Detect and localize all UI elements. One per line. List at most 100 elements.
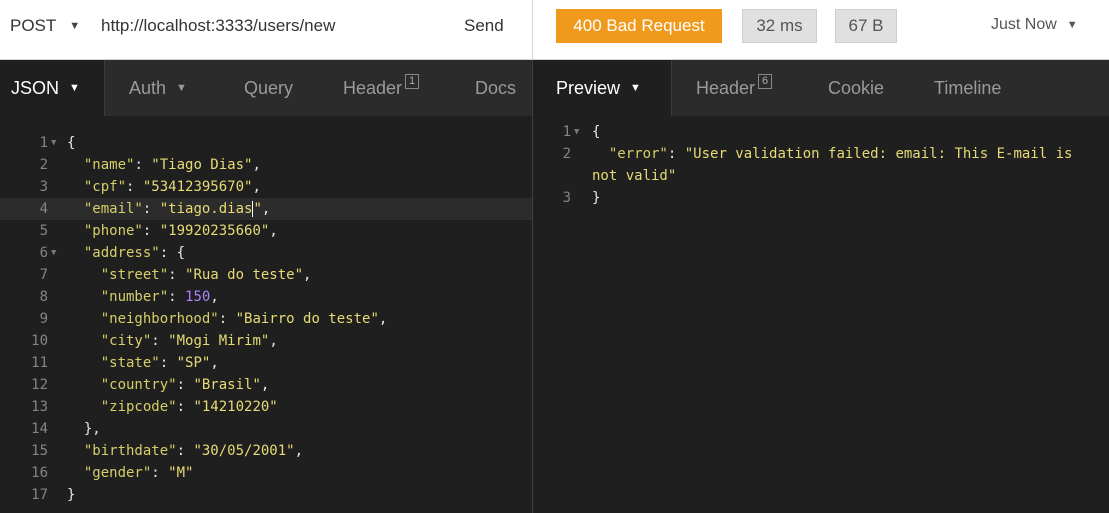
code-token: "Rua do teste" bbox=[185, 267, 304, 283]
code-token: , bbox=[269, 223, 278, 239]
divider bbox=[104, 60, 105, 116]
code-text: "city": "Mogi Mirim", bbox=[101, 330, 278, 352]
code-token: "M" bbox=[168, 465, 194, 481]
code-line: not valid" bbox=[533, 165, 1109, 187]
code-token: : bbox=[176, 377, 194, 393]
code-token: "SP" bbox=[176, 355, 211, 371]
code-line: 11 "state": "SP", bbox=[0, 352, 532, 374]
request-body-editor[interactable]: 1 ▼{2 "name": "Tiago Dias", 3 "cpf": "534123… bbox=[0, 116, 532, 513]
code-line: 12 "country": "Brasil", bbox=[0, 374, 532, 396]
fold-arrow-icon[interactable]: ▼ bbox=[51, 132, 56, 154]
response-preview: 1 ▼ {2 "error": "User validation failed: em… bbox=[533, 116, 1109, 513]
tab-timeline[interactable]: Timeline bbox=[934, 60, 1001, 116]
code-line: 16 "gender": "M" bbox=[0, 462, 532, 484]
code-text: } bbox=[592, 187, 600, 209]
status-badge: 400 Bad Request bbox=[556, 9, 722, 43]
code-token: "email" bbox=[83, 201, 143, 217]
code-token: : bbox=[151, 333, 169, 349]
divider bbox=[671, 60, 672, 116]
code-line: 13 "zipcode": "14210220" bbox=[0, 396, 532, 418]
code-token: : { bbox=[159, 245, 186, 261]
url-input[interactable]: http://localhost:3333/users/new bbox=[101, 16, 335, 36]
chevron-down-icon: ▼ bbox=[1066, 19, 1078, 31]
tab-label: JSON bbox=[11, 77, 60, 98]
tab-body-json[interactable]: JSON ▼ bbox=[0, 60, 104, 116]
line-number: 3 bbox=[562, 190, 571, 206]
tab-response-header[interactable]: Header 6 bbox=[696, 60, 773, 116]
code-token: { bbox=[592, 124, 601, 140]
code-token: , bbox=[294, 443, 304, 459]
tab-preview[interactable]: Preview ▼ bbox=[533, 60, 671, 116]
line-number: 7 bbox=[39, 267, 48, 283]
code-token: "53412395670" bbox=[142, 179, 253, 195]
code-text: "address": { bbox=[84, 242, 185, 264]
code-token: : bbox=[151, 465, 169, 481]
code-token: "city" bbox=[100, 333, 152, 349]
tab-label: Header bbox=[343, 77, 403, 98]
fold-arrow-icon[interactable]: ▼ bbox=[574, 121, 579, 143]
code-text: "email": "tiago.dias", bbox=[84, 198, 270, 220]
code-token: "state" bbox=[100, 355, 160, 371]
code-token: , bbox=[210, 289, 219, 305]
code-token: , bbox=[269, 333, 278, 349]
code-token: "14210220" bbox=[193, 399, 278, 415]
code-token: : bbox=[126, 179, 143, 195]
line-number: 15 bbox=[31, 443, 48, 459]
method-dropdown[interactable]: POST ▼ bbox=[10, 16, 80, 36]
code-token: } bbox=[67, 487, 76, 503]
history-dropdown[interactable]: Just Now ▼ bbox=[991, 16, 1078, 34]
code-token: , bbox=[210, 355, 219, 371]
tab-label: Docs bbox=[475, 77, 517, 98]
code-token: "Mogi Mirim" bbox=[168, 333, 270, 349]
code-token: , bbox=[252, 157, 261, 173]
code-line: 3} bbox=[533, 187, 1109, 209]
code-line: 9 "neighborhood": "Bairro do teste", bbox=[0, 308, 532, 330]
code-token: "Tiago Dias" bbox=[151, 157, 253, 173]
code-text: "street": "Rua do teste", bbox=[101, 264, 312, 286]
code-text: "state": "SP", bbox=[101, 352, 219, 374]
code-token: "number" bbox=[100, 289, 169, 305]
send-button[interactable]: Send bbox=[464, 16, 504, 36]
tab-query[interactable]: Query bbox=[244, 60, 293, 116]
code-text: "country": "Brasil", bbox=[101, 374, 270, 396]
code-text: } bbox=[67, 484, 75, 506]
code-text: }, bbox=[84, 418, 101, 440]
code-token: } bbox=[592, 190, 601, 206]
line-number: 14 bbox=[31, 421, 48, 437]
code-token: { bbox=[67, 135, 76, 151]
code-token: : bbox=[218, 311, 236, 327]
tab-label: Cookie bbox=[828, 77, 885, 98]
code-token: "address" bbox=[83, 245, 160, 261]
code-text: "phone": "19920235660", bbox=[84, 220, 278, 242]
code-line: 17} bbox=[0, 484, 532, 506]
code-line: 15 "birthdate": "30/05/2001", bbox=[0, 440, 532, 462]
code-token: , bbox=[252, 179, 261, 195]
code-line: 3 "cpf": "53412395670", bbox=[0, 176, 532, 198]
fold-arrow-icon[interactable]: ▼ bbox=[51, 242, 56, 264]
code-token: "30/05/2001" bbox=[193, 443, 295, 459]
tab-auth[interactable]: Auth ▼ bbox=[129, 60, 187, 116]
tab-cookie[interactable]: Cookie bbox=[828, 60, 884, 116]
code-text: "zipcode": "14210220" bbox=[101, 396, 278, 418]
line-number: 10 bbox=[31, 333, 48, 349]
code-token: : bbox=[142, 223, 160, 239]
code-token: "User validation failed: email: This E-m… bbox=[684, 146, 1073, 162]
method-label: POST bbox=[10, 16, 57, 35]
chevron-down-icon: ▼ bbox=[630, 82, 641, 94]
tab-header[interactable]: Header 1 bbox=[343, 60, 420, 116]
code-line: 10 "city": "Mogi Mirim", bbox=[0, 330, 532, 352]
tab-label: Preview bbox=[556, 77, 621, 98]
tab-docs[interactable]: Docs bbox=[475, 60, 516, 116]
tab-label: Auth bbox=[129, 77, 167, 98]
code-token: "tiago.dias bbox=[159, 201, 253, 217]
code-line: 2 "name": "Tiago Dias", bbox=[0, 154, 532, 176]
code-token: "birthdate" bbox=[83, 443, 177, 459]
code-text: { bbox=[592, 121, 600, 143]
code-text: "cpf": "53412395670", bbox=[84, 176, 261, 198]
code-text: "gender": "M" bbox=[84, 462, 194, 484]
line-number: 4 bbox=[39, 201, 48, 217]
code-token: , bbox=[261, 201, 271, 217]
response-tab-bar: Preview ▼ Header 6 Cookie Timeline bbox=[533, 60, 1109, 116]
code-token: , bbox=[260, 377, 270, 393]
code-line: 8 "number": 150, bbox=[0, 286, 532, 308]
